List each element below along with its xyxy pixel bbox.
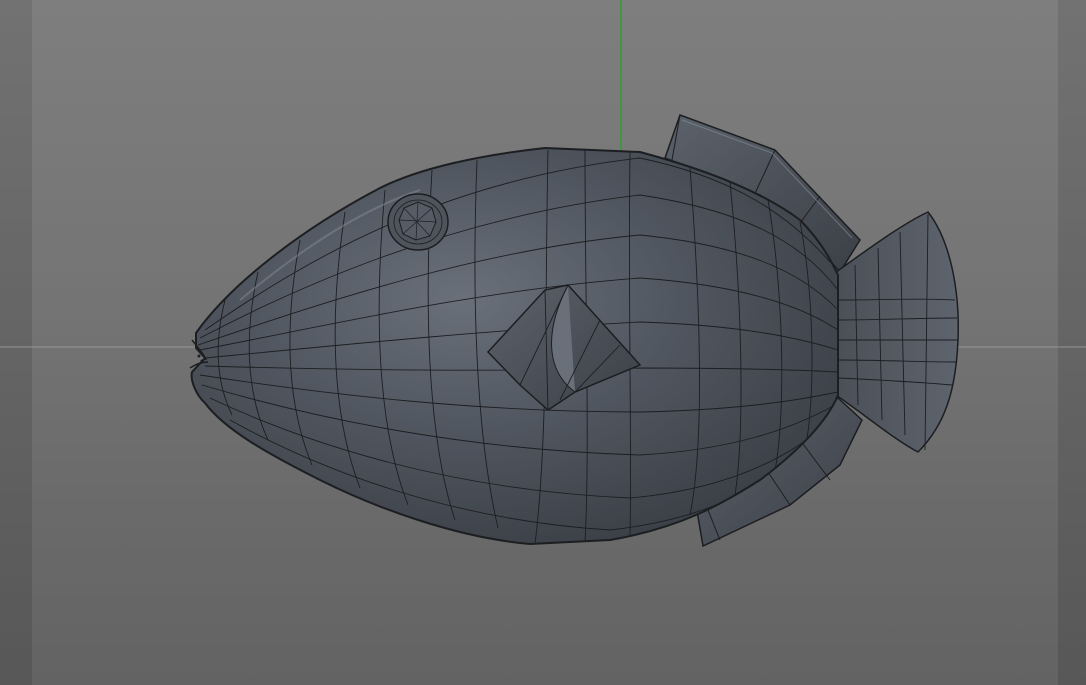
scene-svg[interactable] xyxy=(0,0,1086,685)
eye[interactable] xyxy=(387,193,449,251)
3d-viewport[interactable] xyxy=(0,0,1086,685)
